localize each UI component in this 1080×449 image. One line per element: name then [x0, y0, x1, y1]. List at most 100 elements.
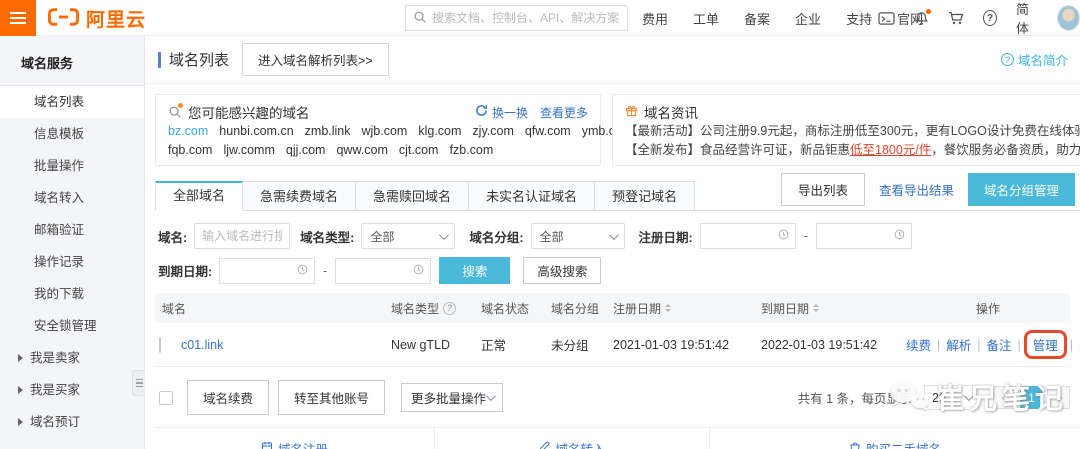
exp-date-to-field[interactable] [342, 263, 414, 278]
suggested-domain[interactable]: fqb.com [168, 141, 212, 160]
select-all-checkbox[interactable] [159, 390, 173, 405]
brand-name: 阿里云 [86, 9, 147, 31]
view-export-result-link[interactable]: 查看导出结果 [879, 180, 954, 199]
aliyun-logo[interactable]: 阿里云 [47, 0, 146, 36]
menu-item-billing[interactable]: 费用 [642, 9, 668, 28]
domain-filter-input[interactable] [194, 223, 291, 249]
sort-expdate-control[interactable] [813, 301, 820, 315]
suggested-domain[interactable]: qjj.com [286, 141, 326, 160]
action-dns-link[interactable]: 解析 [946, 335, 971, 354]
exp-date-from-field[interactable] [226, 263, 298, 278]
reg-date-to-input[interactable] [815, 223, 912, 249]
hamburger-menu-button[interactable] [0, 0, 36, 36]
exp-date-to-input[interactable] [335, 257, 432, 284]
batch-transfer-account-button[interactable]: 转至其他账号 [278, 380, 386, 415]
suggested-domain[interactable]: zjy.com [472, 122, 513, 141]
suggested-domain[interactable]: wjb.com [362, 122, 408, 141]
row-checkbox[interactable] [159, 336, 161, 353]
clock-icon [894, 229, 905, 243]
sidebar-item-seller[interactable]: 我是卖家 [0, 342, 144, 374]
suggested-domain[interactable]: fzb.com [449, 141, 493, 160]
export-list-button[interactable]: 导出列表 [780, 173, 865, 206]
search-button[interactable]: 搜索 [439, 257, 511, 284]
sort-regdate-control[interactable] [665, 301, 672, 315]
help-icon[interactable] [983, 10, 998, 26]
footer-link-label: 域名注册 [278, 439, 328, 449]
exp-date-filter-label: 到期日期: [158, 265, 213, 279]
footer-register-domain-link[interactable]: 域名注册 [155, 428, 435, 449]
reg-date-from-field[interactable] [706, 229, 778, 243]
menu-item-icp[interactable]: 备案 [744, 9, 770, 28]
next-page-button[interactable] [1047, 386, 1070, 409]
clock-icon [297, 264, 308, 278]
reg-date-to-field[interactable] [822, 229, 894, 243]
domain-link[interactable]: c01.link [181, 338, 391, 352]
sidebar-collapse-handle[interactable] [132, 370, 145, 396]
clock-icon [413, 264, 424, 278]
goto-dns-list-button[interactable]: 进入域名解析列表>> [242, 43, 389, 76]
page-size-select[interactable]: 20 [924, 385, 979, 410]
tab-preregistered[interactable]: 预登记域名 [595, 181, 696, 211]
sidebar-item-operation-log[interactable]: 操作记录 [0, 246, 144, 278]
group-filter-select[interactable]: 全部 [530, 223, 625, 249]
sidebar-item-email-verify[interactable]: 邮箱验证 [0, 214, 144, 246]
type-filter-select[interactable]: 全部 [361, 223, 456, 249]
global-search[interactable] [405, 5, 628, 31]
current-page-button[interactable]: 1 [1020, 386, 1043, 409]
more-batch-ops-select[interactable]: 更多批量操作 [401, 383, 504, 412]
tab-unverified[interactable]: 未实名认证域名 [469, 181, 596, 211]
tab-renewal-needed[interactable]: 急需续费域名 [243, 181, 357, 211]
suggested-domain[interactable]: qww.com [336, 141, 387, 160]
cell-group: 未分组 [551, 339, 589, 353]
sidebar-item-security-lock[interactable]: 安全锁管理 [0, 310, 144, 342]
footer-transfer-domain-link[interactable]: 域名转入 [435, 428, 710, 449]
sidebar-item-batch-ops[interactable]: 批量操作 [0, 150, 144, 182]
sidebar-item-domain-list[interactable]: 域名列表 [0, 86, 144, 118]
suggested-domain[interactable]: zmb.link [305, 122, 351, 141]
menu-item-tickets[interactable]: 工单 [693, 9, 719, 28]
news-item-2[interactable]: 【全新发布】食品经营许可证，新品钜惠低至1800元/件，餐饮服务必备资质，助力企… [625, 141, 1080, 160]
console-terminal-icon[interactable] [878, 11, 895, 26]
clock-icon [778, 229, 789, 243]
action-renew-link[interactable]: 续费 [906, 335, 931, 354]
suggested-domain[interactable]: ljw.comm [223, 141, 274, 160]
type-help-icon[interactable] [443, 301, 457, 315]
reg-date-from-input[interactable] [699, 223, 796, 249]
advanced-search-button[interactable]: 高级搜索 [523, 257, 602, 284]
user-avatar[interactable] [1057, 5, 1080, 31]
sidebar-item-domain-transfer-in[interactable]: 域名转入 [0, 182, 144, 214]
domain-intro-link[interactable]: 域名简介 [1000, 50, 1068, 69]
sidebar-item-domain-prebook[interactable]: 域名预订 [0, 406, 144, 438]
interested-domains-box: 您可能感兴趣的域名 换一换 查看更多 bz.com hunbi.com.cn z… [155, 94, 691, 166]
view-more-domains-link[interactable]: 查看更多 [540, 104, 588, 121]
suggested-domain[interactable]: qfw.com [525, 122, 571, 141]
sidebar-item-info-template[interactable]: 信息模板 [0, 118, 144, 150]
batch-renew-button[interactable]: 域名续费 [187, 380, 270, 415]
news-item-1[interactable]: 【最新活动】公司注册9.9元起，商标注册低至300元，更有LOGO设计免费在线体… [625, 122, 1080, 141]
exp-date-from-input[interactable] [219, 257, 316, 284]
action-remark-link[interactable]: 备注 [987, 335, 1012, 354]
suggested-domain[interactable]: bz.com [168, 122, 208, 141]
suggested-domain[interactable]: klg.com [418, 122, 461, 141]
domain-group-manage-button[interactable]: 域名分组管理 [967, 173, 1075, 206]
notifications-bell-icon[interactable] [914, 8, 931, 26]
action-manage-link[interactable]: 管理 [1033, 335, 1058, 354]
sidebar-item-my-downloads[interactable]: 我的下载 [0, 278, 144, 310]
main-content: 域名列表 进入域名解析列表>> 域名简介 您可能感兴趣的域名 [145, 36, 1080, 449]
tab-redeem-needed[interactable]: 急需赎回域名 [356, 181, 470, 211]
footer-buy-secondhand-link[interactable]: 购买二手域名 [710, 428, 1080, 449]
language-switch[interactable]: 简体 [1016, 0, 1038, 37]
suggested-domain[interactable]: cjt.com [399, 141, 439, 160]
cart-icon[interactable] [948, 10, 964, 26]
footer-link-label: 域名转入 [555, 439, 605, 449]
prev-page-button[interactable] [993, 386, 1016, 409]
domain-news-box: 域名资讯 【最新活动】公司注册9.9元起，商标注册低至300元，更有LOGO设计… [612, 94, 1080, 166]
menu-item-support[interactable]: 支持 [846, 9, 872, 28]
tab-all-domains[interactable]: 全部域名 [155, 181, 244, 211]
menu-item-enterprise[interactable]: 企业 [795, 9, 821, 28]
refresh-domains-link[interactable]: 换一换 [475, 104, 528, 121]
chevron-right-icon [18, 418, 23, 426]
suggested-domain[interactable]: hunbi.com.cn [219, 122, 293, 141]
global-search-input[interactable] [432, 11, 620, 25]
sidebar-item-buyer[interactable]: 我是买家 [0, 374, 144, 406]
